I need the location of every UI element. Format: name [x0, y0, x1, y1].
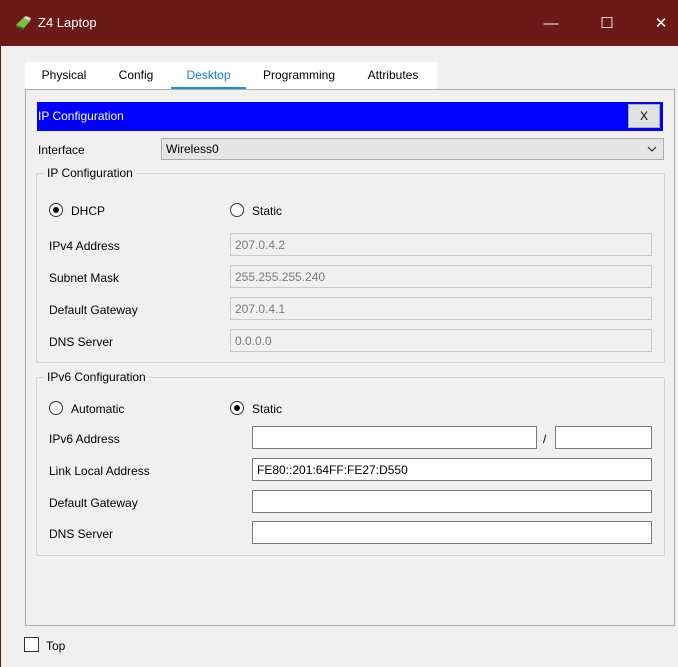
- static-ipv6-label: Static: [252, 402, 283, 416]
- static-ipv4-radio[interactable]: [230, 203, 244, 217]
- ip-configuration-header: IP Configuration: [37, 102, 663, 131]
- tab-strip: Physical Config Desktop Programming Attr…: [25, 62, 437, 90]
- link-local-address-label: Link Local Address: [49, 464, 150, 478]
- window-border: [0, 46, 1, 667]
- ipv4-default-gateway-field[interactable]: [230, 297, 652, 320]
- ipv4-address-label: IPv4 Address: [49, 239, 120, 253]
- laptop-app-icon: [16, 16, 31, 30]
- dhcp-label: DHCP: [71, 204, 106, 218]
- ipv4-group-legend: IP Configuration: [44, 166, 136, 180]
- interface-select[interactable]: Wireless0: [161, 138, 664, 160]
- close-ip-config-button[interactable]: X: [628, 104, 660, 128]
- ipv6-default-gateway-label: Default Gateway: [49, 496, 138, 510]
- ipv6-dns-server-field[interactable]: [252, 521, 652, 544]
- window-title: Z4 Laptop: [38, 15, 97, 30]
- ipv6-group-legend: IPv6 Configuration: [44, 370, 149, 384]
- subnet-mask-field[interactable]: [230, 265, 652, 288]
- subnet-mask-label: Subnet Mask: [49, 271, 120, 285]
- tab-attributes[interactable]: Attributes: [361, 62, 425, 89]
- ipv6-address-label: IPv6 Address: [49, 432, 120, 446]
- tab-desktop[interactable]: Desktop: [171, 62, 246, 90]
- ip-configuration-title: IP Configuration: [38, 109, 124, 123]
- interface-label: Interface: [38, 143, 85, 157]
- tab-physical[interactable]: Physical: [39, 62, 89, 89]
- top-checkbox[interactable]: [24, 637, 39, 652]
- ipv6-address-field[interactable]: [252, 426, 537, 449]
- minimize-button[interactable]: —: [528, 0, 574, 46]
- automatic-ipv6-radio[interactable]: [49, 401, 63, 415]
- tab-programming[interactable]: Programming: [259, 62, 339, 89]
- radio-selected-dot: [234, 405, 240, 411]
- radio-selected-dot: [53, 207, 59, 213]
- top-label: Top: [46, 639, 66, 653]
- ipv6-dns-server-label: DNS Server: [49, 527, 114, 541]
- ipv4-dns-server-field[interactable]: [230, 329, 652, 352]
- tab-config[interactable]: Config: [115, 62, 157, 89]
- automatic-ipv6-label: Automatic: [71, 402, 125, 416]
- ipv4-dns-server-label: DNS Server: [49, 335, 114, 349]
- chevron-down-icon: [647, 146, 657, 152]
- ipv4-default-gateway-label: Default Gateway: [49, 303, 138, 317]
- ipv6-default-gateway-field[interactable]: [252, 490, 652, 513]
- maximize-button[interactable]: ☐: [584, 0, 630, 46]
- dhcp-radio[interactable]: [49, 203, 63, 217]
- prefix-separator: /: [543, 432, 547, 446]
- interface-value: Wireless0: [166, 142, 219, 156]
- title-bar: Z4 Laptop — ☐ ✕: [0, 0, 678, 46]
- static-ipv4-label: Static: [252, 204, 283, 218]
- ipv4-address-field[interactable]: [230, 233, 652, 256]
- static-ipv6-radio[interactable]: [230, 401, 244, 415]
- ipv6-prefix-length-field[interactable]: [555, 426, 652, 449]
- link-local-address-field[interactable]: [252, 458, 652, 481]
- close-window-button[interactable]: ✕: [638, 0, 678, 46]
